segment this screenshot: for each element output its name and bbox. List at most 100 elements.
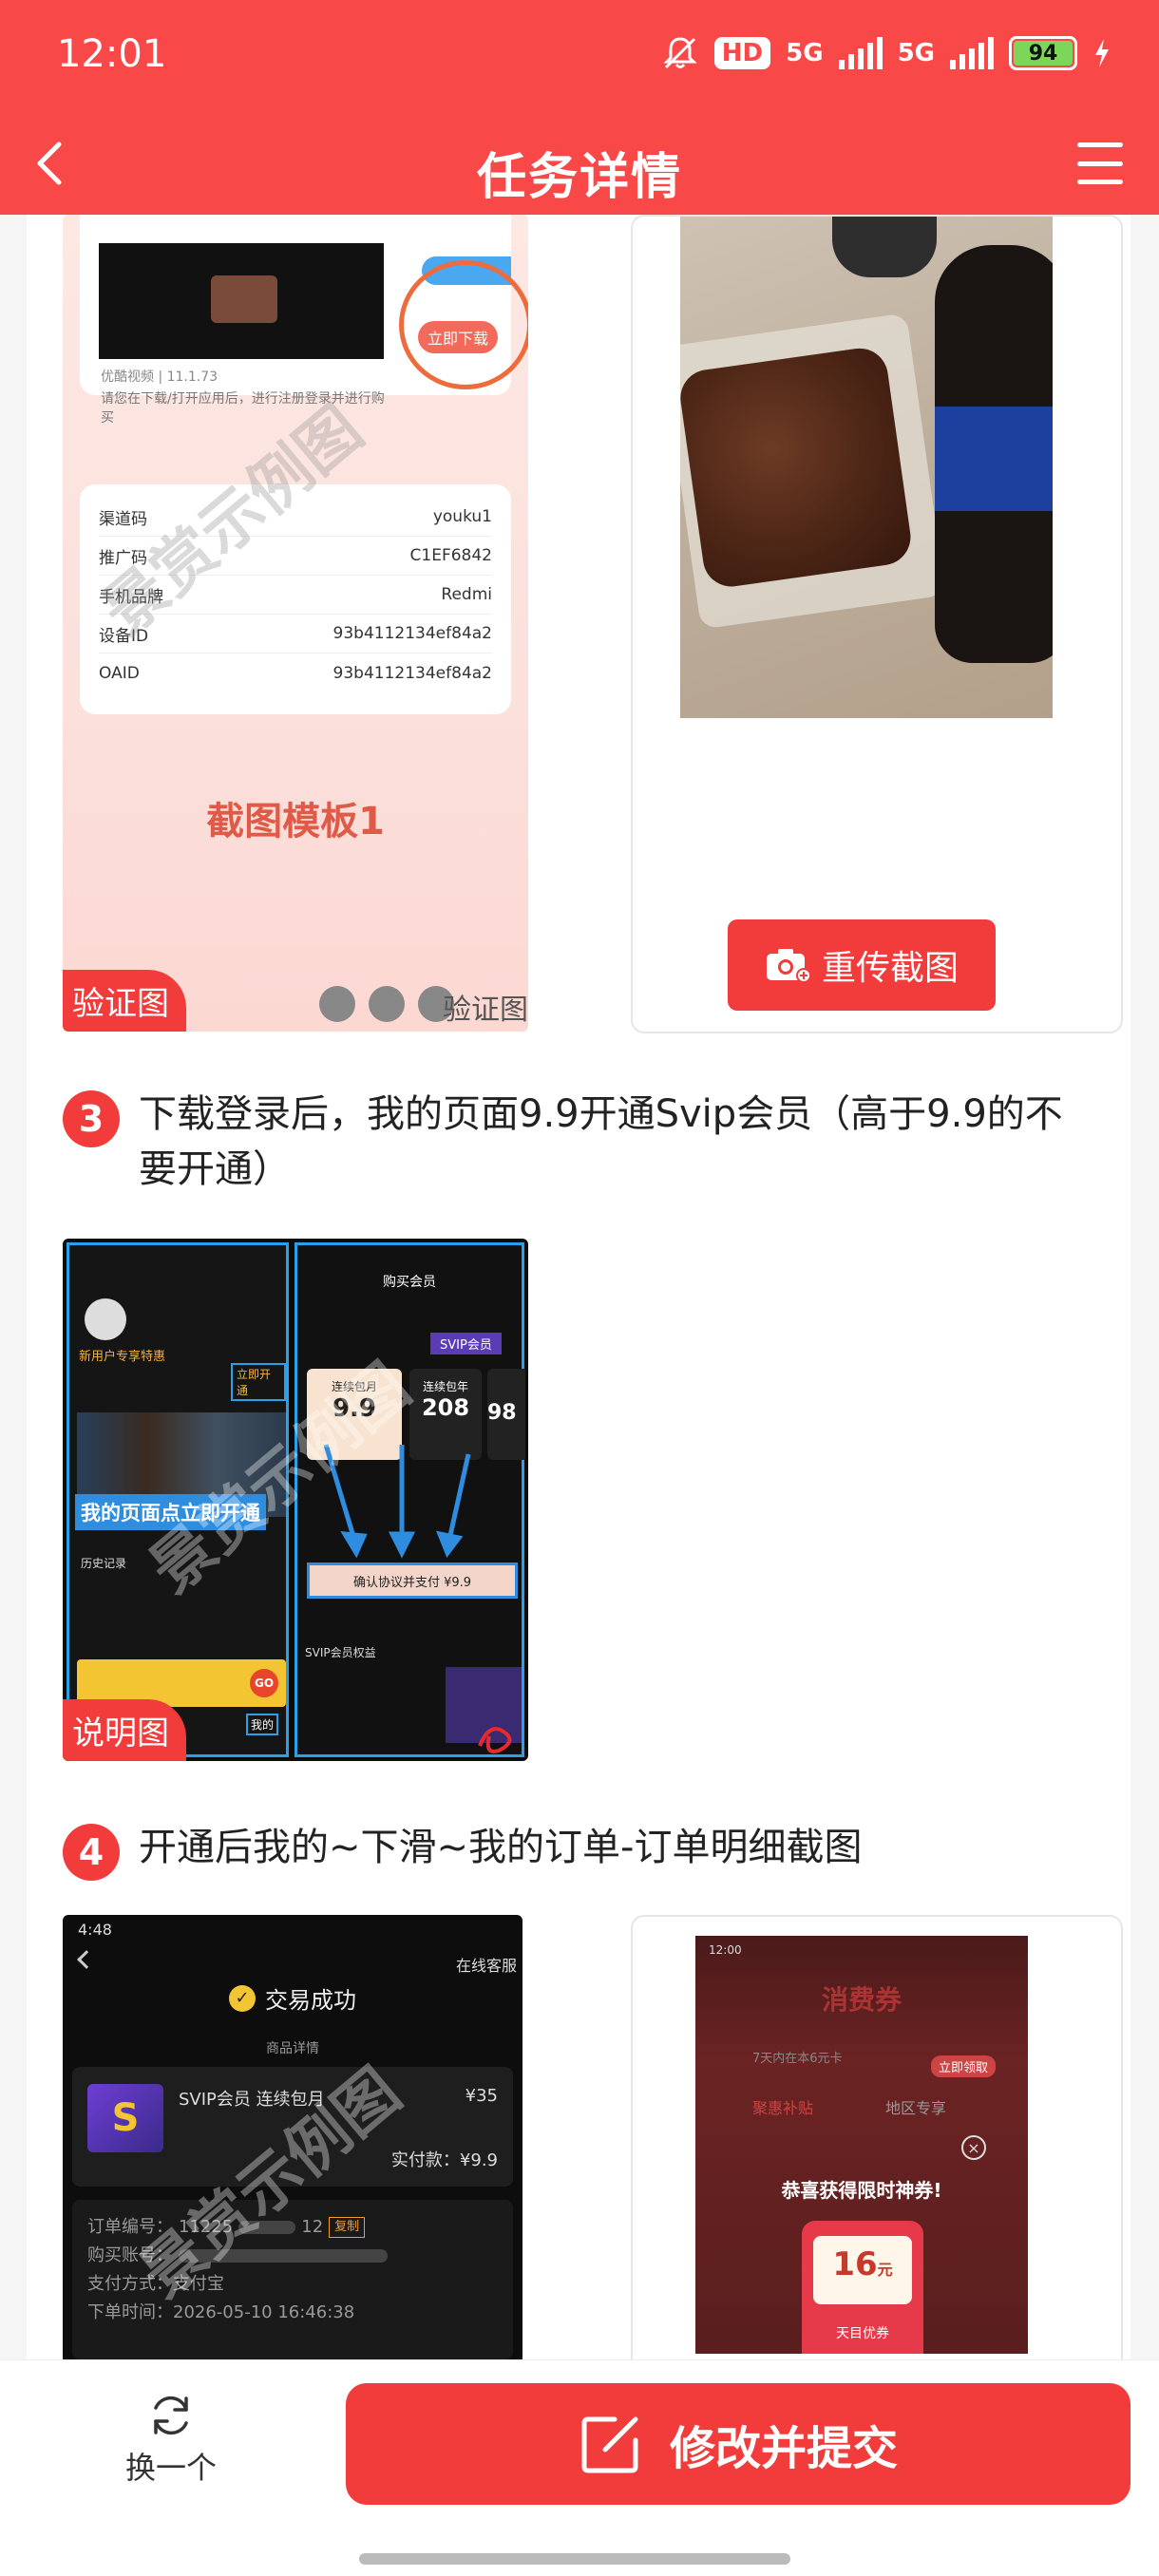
template-info-row: 推广码 C1EF6842 — [99, 537, 492, 576]
order-paid: 实付款：¥9.9 — [390, 2150, 498, 2170]
template-circle-mark — [399, 260, 528, 389]
refresh-icon — [154, 2396, 188, 2435]
coupon-tab-2: 地区专享 — [885, 2099, 947, 2117]
camera-icon — [766, 949, 810, 983]
verification-label-br: 验证图 — [443, 994, 528, 1027]
order-product-name: SVIP会员 连续包月 — [179, 2090, 325, 2110]
template-caption: 截图模板1 — [206, 800, 385, 843]
instruction-benefits: SVIP会员权益 — [305, 1646, 376, 1659]
submit-label: 修改并提交 — [669, 2422, 898, 2475]
blurred-value — [238, 2221, 296, 2234]
status-bar: 12:01 HD 5G 5G 94 — [0, 0, 1159, 114]
instruction-left-title: 我的页面点立即开通 — [75, 1494, 266, 1530]
instruction-tag: 说明图 — [63, 1699, 186, 1761]
photo-shaver — [832, 217, 937, 277]
uploaded-order-screenshot-box[interactable]: 12:00 消费券 7天内在本6元卡 聚惠补贴 地区专享 × 恭喜获得限时神券!… — [631, 1915, 1123, 2359]
instruction-left-panel: 新用户专享特惠 立即开通 我的页面点立即开通 历史记录 GO 我的 — [66, 1242, 289, 1757]
order-section: 商品详情 — [266, 2041, 319, 2056]
signal-5g-1-label: 5G — [786, 39, 824, 67]
signal-5g-2-label: 5G — [897, 39, 935, 67]
status-time: 12:01 — [57, 32, 167, 76]
instruction-image[interactable]: 新用户专享特惠 立即开通 我的页面点立即开通 历史记录 GO 我的 购买会员 S… — [63, 1239, 528, 1761]
step-3: 3 下载登录后，我的页面9.9开通Svip会员（高于9.9的不要开通） — [63, 1087, 1089, 1197]
step-number-3: 3 — [63, 1090, 120, 1147]
submit-button[interactable]: 修改并提交 — [346, 2383, 1130, 2505]
order-status: ✓ 交易成功 — [63, 1981, 522, 2015]
coupon-time: 12:00 — [709, 1943, 742, 1957]
logo-mark-icon — [478, 1727, 512, 1753]
coupon-subtitle: 7天内在本6元卡 — [752, 2052, 843, 2066]
template-info-table: 渠道码 youku1 推广码 C1EF6842 手机品牌 Redmi 设备ID 93b4… — [80, 484, 511, 714]
edit-icon — [581, 2416, 638, 2473]
order-product-card: S SVIP会员 连续包月 ¥35 实付款：¥9.9 — [72, 2067, 513, 2187]
check-icon: ✓ — [229, 1984, 256, 2012]
order-details: 订单编号： 11225 12 复制 购买账号： 支付方式：支付宝 下单时间：202… — [72, 2200, 513, 2359]
coupon-unit: 元 — [877, 2261, 893, 2279]
signal-bars-2-icon — [950, 37, 994, 69]
page-title: 任务详情 — [476, 149, 682, 206]
top-bar: 12:01 HD 5G 5G 94 任务详情 — [0, 0, 1159, 215]
uploaded-screenshot-box[interactable]: 重传截图 — [631, 215, 1123, 1033]
order-time: 4:48 — [78, 1921, 112, 1939]
verification-example-image[interactable]: 立即下载 优酷视频 | 11.1.73 请您在下载/打开应用后，进行注册登录并进… — [63, 215, 528, 1032]
instruction-avatar — [85, 1298, 126, 1340]
template-share-icons — [319, 986, 454, 1022]
coupon-amount: 16 — [832, 2245, 878, 2283]
step-4-text: 开通后我的~下滑~我的订单-订单明细截图 — [139, 1826, 863, 1869]
photo-food-box — [680, 313, 946, 630]
download-icon — [369, 986, 405, 1022]
order-time-row: 下单时间：2026-05-10 16:46:38 — [87, 2302, 355, 2322]
template-video-card: 立即下载 优酷视频 | 11.1.73 — [80, 215, 528, 395]
coupon-card: 16 元 天目优券 — [802, 2221, 923, 2354]
photo-bottle — [935, 245, 1053, 663]
system-nav-bar — [0, 2513, 1159, 2576]
share-icon — [319, 986, 355, 1022]
menu-icon[interactable] — [1077, 142, 1123, 184]
blurred-value — [179, 2249, 388, 2263]
order-no-row: 订单编号： 11225 12 复制 — [87, 2213, 498, 2242]
order-pay-row: 支付方式：支付宝 — [87, 2274, 224, 2294]
instruction-mine: 我的 — [245, 1714, 278, 1735]
hd-badge: HD — [713, 37, 771, 69]
mute-bell-icon — [663, 37, 697, 69]
coupon-get-now: 立即领取 — [931, 2055, 997, 2077]
uploaded-photo — [680, 217, 1053, 718]
order-example-image[interactable]: 4:48 在线客服 ✓ 交易成功 商品详情 S SVIP会员 连续包月 ¥35 … — [63, 1915, 522, 2359]
template-video-thumb — [99, 243, 384, 359]
charging-icon — [1095, 39, 1109, 67]
order-back-icon — [77, 1950, 96, 1969]
coupon-amount-box: 16 元 — [813, 2236, 912, 2304]
reupload-label: 重传截图 — [821, 949, 959, 988]
photo-food — [680, 344, 915, 591]
order-product-price: ¥35 — [465, 2086, 498, 2106]
verification-tag: 验证图 — [63, 970, 186, 1032]
coupon-title: 消费券 — [821, 1984, 902, 2016]
swap-button[interactable]: 换一个 — [114, 2389, 228, 2488]
order-buyer-row: 购买账号： — [87, 2242, 498, 2270]
instruction-right-panel: 购买会员 SVIP会员 连续包月 9.9 连续包年 208 98 确认协议并支付… — [294, 1242, 525, 1757]
svip-logo-icon: S — [87, 2084, 163, 2152]
step-3-text: 下载登录后，我的页面9.9开通Svip会员（高于9.9的不要开通） — [139, 1092, 1063, 1191]
battery-icon: 94 — [1009, 36, 1077, 70]
reupload-button[interactable]: 重传截图 — [728, 919, 996, 1011]
status-icons: HD 5G 5G 94 — [661, 34, 1112, 72]
order-online-service: 在线客服 — [455, 1957, 517, 1975]
header: 任务详情 — [0, 114, 1159, 215]
instruction-go: GO — [250, 1669, 278, 1697]
swap-label: 换一个 — [124, 2450, 217, 2486]
signal-bars-1-icon — [838, 37, 883, 69]
instruction-arrows-icon — [323, 1444, 471, 1559]
battery-level: 94 — [1014, 41, 1073, 66]
template-info-row: 设备ID 93b4112134ef84a2 — [99, 615, 492, 653]
copy-badge: 复制 — [329, 2217, 366, 2238]
home-gesture-handle[interactable] — [359, 2553, 790, 2565]
instruction-svip-tab: SVIP会员 — [430, 1333, 502, 1354]
photo-bottle-label — [935, 407, 1053, 511]
coupon-photo: 12:00 消费券 7天内在本6元卡 聚惠补贴 地区专享 × 恭喜获得限时神券!… — [695, 1936, 1028, 2354]
step-4: 4 开通后我的~下滑~我的订单-订单明细截图 — [63, 1820, 1089, 1881]
coupon-close-icon: × — [961, 2135, 986, 2160]
bottom-bar: 换一个 修改并提交 — [0, 2359, 1159, 2513]
coupon-tab-1: 聚惠补贴 — [752, 2099, 814, 2117]
template-video-note: 请您在下载/打开应用后，进行注册登录并进行购买 — [101, 391, 385, 426]
instruction-open-now: 立即开通 — [231, 1363, 286, 1401]
